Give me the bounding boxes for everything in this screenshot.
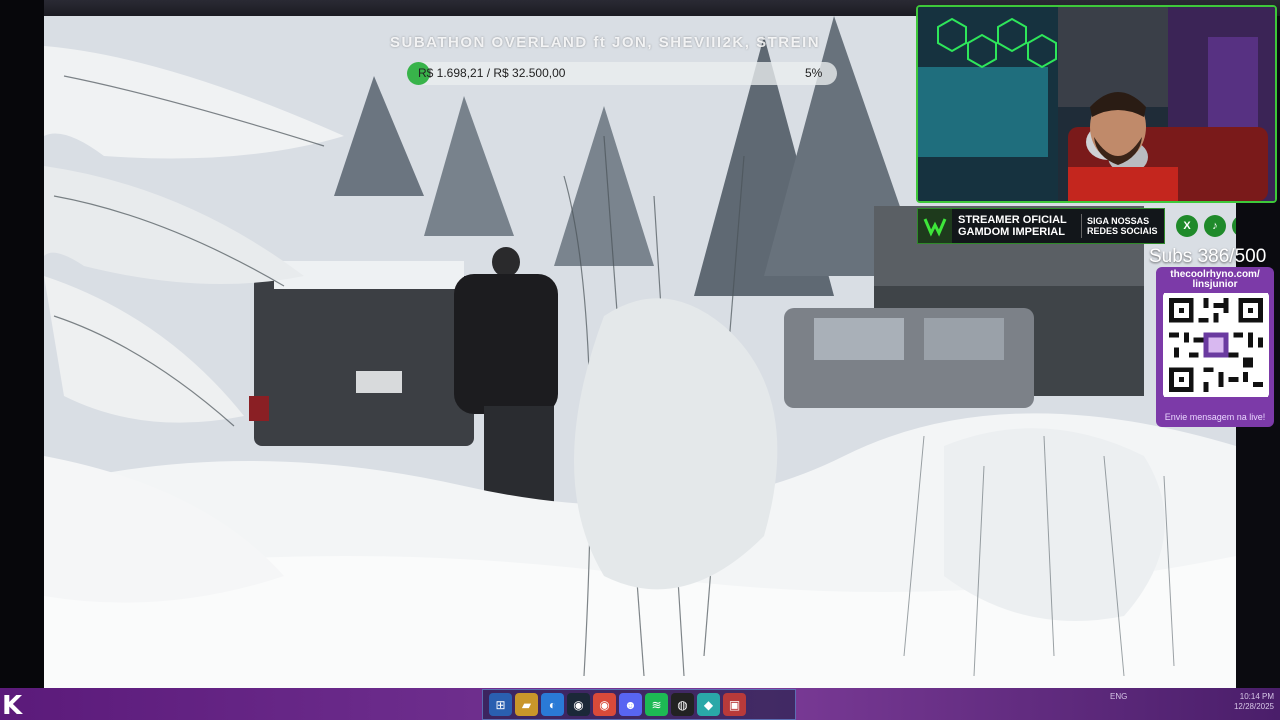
- banner-social-text: SIGA NOSSAS REDES SOCIAIS: [1087, 216, 1158, 236]
- subs-counter: Subs 386/500: [1149, 246, 1267, 267]
- obs-icon[interactable]: ◍: [671, 693, 694, 716]
- app-icon[interactable]: ◆: [697, 693, 720, 716]
- qr-caption: Envie mensagem na live!: [1164, 412, 1266, 422]
- taskbar-clock[interactable]: 10:14 PM 12/28/2025: [1228, 692, 1274, 712]
- stream-screen: SUBATHON OVERLAND ft JON, SHEVIII2K, STR…: [0, 0, 1280, 720]
- edge-icon[interactable]: ◐: [541, 693, 564, 716]
- system-tray: ENG: [1110, 692, 1127, 701]
- webcam-feed: [916, 5, 1277, 203]
- banner-divider: [1081, 214, 1082, 238]
- taskbar-apps: ⊞ ▰ ◐ ◉ ◉ ☻ ≋ ◍ ◆ ▣: [482, 689, 796, 720]
- k-logo: K: [2, 691, 23, 720]
- goal-percent: 5%: [805, 66, 823, 80]
- spotify-icon[interactable]: ≋: [645, 693, 668, 716]
- windows-start-icon[interactable]: ⊞: [489, 693, 512, 716]
- left-frame: [0, 0, 44, 688]
- file-explorer-icon[interactable]: ▰: [515, 693, 538, 716]
- clock-time: 10:14 PM: [1239, 692, 1274, 701]
- goal-amount-text: R$ 1.698,21 / R$ 32.500,00: [418, 66, 566, 80]
- discord-icon[interactable]: ☻: [619, 693, 642, 716]
- subathon-title: SUBATHON OVERLAND ft JON, SHEVIII2K, STR…: [390, 34, 821, 51]
- sponsor-banner: STREAMER OFICIAL GAMDOM IMPERIAL SIGA NO…: [917, 208, 1165, 244]
- chrome-icon[interactable]: ◉: [593, 693, 616, 716]
- steam-icon[interactable]: ◉: [567, 693, 590, 716]
- language-indicator[interactable]: ENG: [1110, 692, 1127, 701]
- x-icon[interactable]: X: [1176, 215, 1198, 237]
- webcam-scene: [918, 7, 1275, 201]
- tiktok-icon[interactable]: ♪: [1204, 215, 1226, 237]
- qr-code[interactable]: [1163, 293, 1269, 397]
- qr-url: thecoolrhyno.com/ linsjunior: [1170, 269, 1260, 290]
- stream-app-icon[interactable]: ▣: [723, 693, 746, 716]
- banner-main-text: STREAMER OFICIAL GAMDOM IMPERIAL: [958, 214, 1067, 238]
- clock-date: 12/28/2025: [1233, 702, 1274, 711]
- gamdom-logo-icon: [918, 209, 952, 243]
